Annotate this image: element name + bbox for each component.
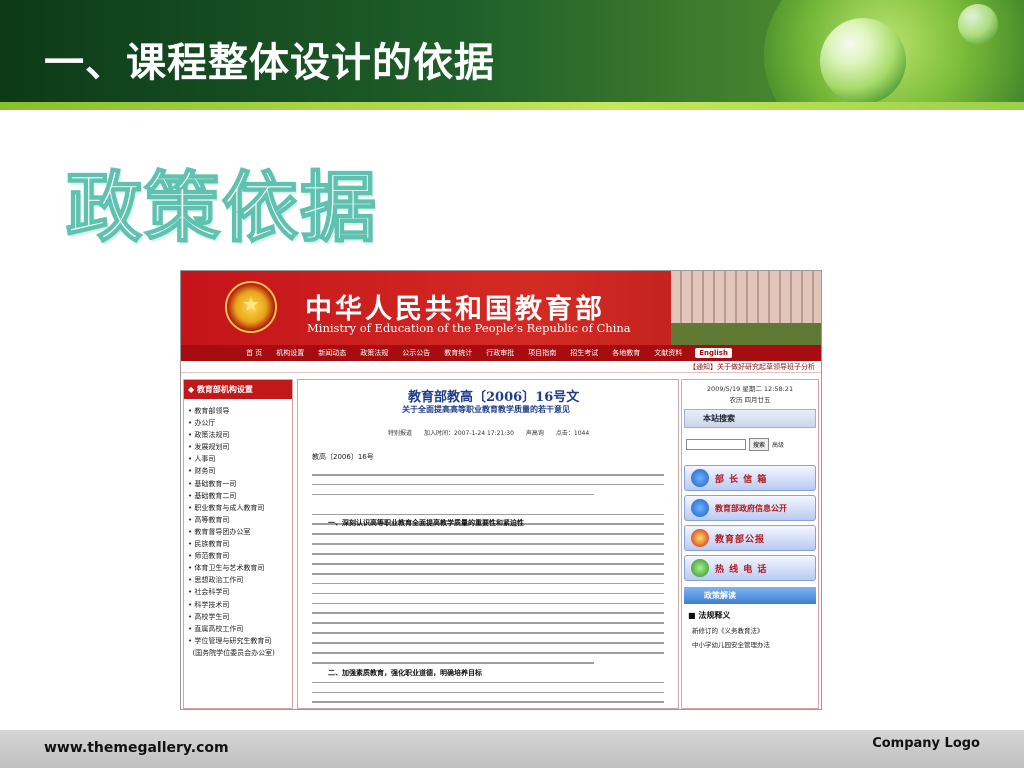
footer-website: www.themegallery.com (44, 740, 229, 756)
org-item[interactable]: • 学位管理与研究生教育司 (188, 635, 288, 647)
header-divider (0, 102, 1024, 110)
org-item[interactable]: • 社会科学司 (188, 586, 288, 598)
site-search-row: 搜索 高级 (682, 428, 818, 461)
nav-statistics[interactable]: 教育统计 (437, 348, 479, 358)
org-item[interactable]: • 教育部领导 (188, 405, 288, 417)
article-meta: 特别报道 加入时间：2007-1-24 17:21:30 声高询 点击：1044 (388, 430, 590, 437)
org-item[interactable]: • 民族教育司 (188, 538, 288, 550)
section-heading-1: 一、深刻认识高等职业教育全面提高教学质量的重要性和紧迫性 (328, 519, 524, 527)
nav-policy[interactable]: 政策法规 (353, 348, 395, 358)
org-item[interactable]: • 科学技术司 (188, 599, 288, 611)
english-button[interactable]: English (695, 348, 732, 358)
org-sidebar-heading: ◆ 教育部机构设置 (184, 380, 292, 399)
phone-icon (691, 559, 709, 577)
water-drop-graphic-small (958, 4, 998, 44)
law-explanation-title: ■ 法规释义 (688, 611, 731, 620)
search-input[interactable] (686, 439, 746, 450)
advanced-search-link[interactable]: 高级 (772, 440, 784, 449)
document-title: 关于全面提高高等职业教育教学质量的若干意见 (402, 405, 570, 414)
org-item[interactable]: • 高校学生司 (188, 611, 288, 623)
nav-organization[interactable]: 机构设置 (269, 348, 311, 358)
site-name-en: Ministry of Education of the People’s Re… (307, 321, 631, 335)
org-item[interactable]: • 高等教育司 (188, 514, 288, 526)
org-item[interactable]: • 师范教育司 (188, 550, 288, 562)
policy-interpretation-heading: 政策解读 (684, 587, 816, 604)
org-item[interactable]: • 基础教育二司 (188, 490, 288, 502)
slide-header: 一、课程整体设计的依据 (0, 0, 1024, 102)
hotline-button[interactable]: 热 线 电 话 (684, 555, 816, 581)
org-item[interactable]: (国务院学位委员会办公室) (188, 647, 288, 659)
notice-text[interactable]: 【通知】关于做好研究起草领导班子分析 (689, 362, 815, 372)
org-item[interactable]: • 财务司 (188, 465, 288, 477)
slide-footer: www.themegallery.com Company Logo (0, 730, 1024, 768)
minister-mailbox-button[interactable]: 部 长 信 箱 (684, 465, 816, 491)
policy-basis-heading: 政策依据 (65, 162, 378, 253)
moe-website-screenshot: 中华人民共和国教育部 Ministry of Education of the … (180, 270, 822, 710)
article-panel: 教育部教高〔2006〕16号文 关于全面提高高等职业教育教学质量的若干意见 特别… (297, 379, 679, 709)
water-drop-graphic (820, 18, 906, 102)
org-item[interactable]: • 教育督导团办公室 (188, 526, 288, 538)
emblem-icon (691, 529, 709, 547)
slide-title: 一、课程整体设计的依据 (44, 39, 495, 86)
nav-approval[interactable]: 行政审批 (479, 348, 521, 358)
nav-home[interactable]: 首 页 (239, 348, 269, 358)
nav-regional[interactable]: 各地教育 (605, 348, 647, 358)
building-photo (671, 271, 821, 345)
org-item[interactable]: • 人事司 (188, 453, 288, 465)
company-logo: Company Logo (872, 736, 980, 751)
org-item[interactable]: • 办公厅 (188, 417, 288, 429)
org-item[interactable]: • 直属高校工作司 (188, 623, 288, 635)
org-item[interactable]: • 基础教育一司 (188, 478, 288, 490)
nav-news[interactable]: 新闻动态 (311, 348, 353, 358)
nav-admissions[interactable]: 招生考试 (563, 348, 605, 358)
info-icon (691, 499, 709, 517)
info-disclosure-button[interactable]: 教育部政府信息公开 (684, 495, 816, 521)
law-item[interactable]: 中小学幼儿园安全管理办法 (682, 637, 818, 651)
moe-bulletin-button[interactable]: 教育部公报 (684, 525, 816, 551)
current-datetime: 2009/5/19 星期二 12:58:21 农历 四月廿五 (706, 385, 794, 404)
nav-documents[interactable]: 文献资料 (647, 348, 689, 358)
org-item[interactable]: • 体育卫生与艺术教育司 (188, 562, 288, 574)
document-number: 教育部教高〔2006〕16号文 (408, 390, 580, 405)
law-item[interactable]: 新修订的《义务教育法》 (682, 623, 818, 637)
search-button[interactable]: 搜索 (749, 438, 770, 451)
document-reference: 教高〔2006〕16号 (312, 453, 374, 461)
org-item[interactable]: • 职业教育与成人教育司 (188, 502, 288, 514)
mailbox-icon (691, 469, 709, 487)
right-sidebar: 2009/5/19 星期二 12:58:21 农历 四月廿五 本站搜索 搜索 高… (681, 379, 819, 709)
org-item[interactable]: • 思想政治工作司 (188, 574, 288, 586)
site-search-heading: 本站搜索 (684, 409, 816, 428)
org-item[interactable]: • 政策法规司 (188, 429, 288, 441)
section-heading-2: 二、加强素质教育，强化职业道德，明确培养目标 (328, 669, 482, 677)
nav-projects[interactable]: 项目指南 (521, 348, 563, 358)
site-nav: 首 页 机构设置 新闻动态 政策法规 公示公告 教育统计 行政审批 项目指南 招… (181, 345, 821, 361)
nav-announcements[interactable]: 公示公告 (395, 348, 437, 358)
org-item[interactable]: • 发展规划司 (188, 441, 288, 453)
national-emblem-icon (225, 281, 277, 333)
notice-ticker: 【通知】关于做好研究起草领导班子分析 (181, 361, 821, 373)
org-sidebar: ◆ 教育部机构设置 • 教育部领导 • 办公厅 • 政策法规司 • 发展规划司 … (183, 379, 293, 709)
site-banner: 中华人民共和国教育部 Ministry of Education of the … (181, 271, 821, 345)
